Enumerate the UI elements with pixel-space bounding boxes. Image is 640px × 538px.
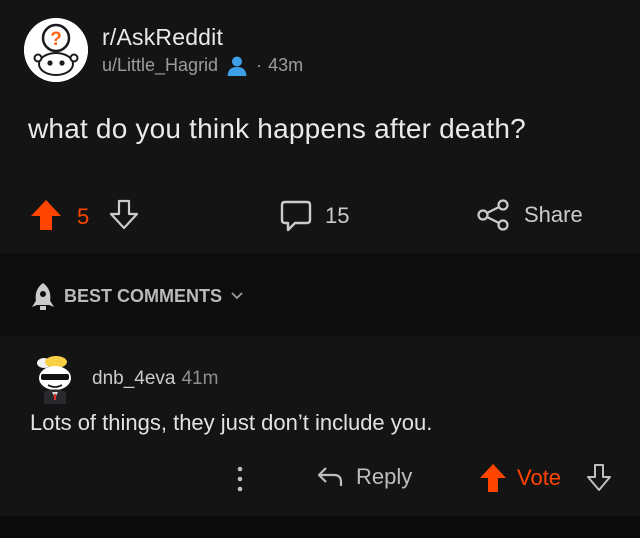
vote-label: Vote: [517, 465, 562, 490]
sort-label: BEST COMMENTS: [64, 285, 223, 306]
share-button[interactable]: Share: [476, 198, 583, 232]
reply-label: Reply: [356, 464, 413, 489]
comment-header: dnb_4eva 41m: [30, 354, 218, 404]
subreddit-name[interactable]: r/AskReddit: [102, 24, 303, 51]
more-options-button[interactable]: [232, 462, 248, 502]
comment-author[interactable]: dnb_4eva: [92, 368, 175, 390]
post-card: ? r/AskReddit u/Little_Hagrid · 43m what…: [0, 0, 640, 253]
commenter-avatar[interactable]: [30, 354, 80, 404]
comment-count: 15: [325, 203, 350, 228]
post-title[interactable]: what do you think happens after death?: [28, 113, 526, 145]
post-info: u/Little_Hagrid · 43m: [102, 55, 303, 77]
comment-action-bar: Reply Vote: [0, 460, 640, 500]
post-action-bar: 5 15 Share: [0, 196, 640, 238]
subreddit-avatar[interactable]: ?: [24, 18, 88, 82]
upvote-button[interactable]: [28, 198, 64, 238]
footer-strip: [0, 516, 640, 538]
upvote-arrow-icon: [480, 464, 506, 492]
post-header: ? r/AskReddit u/Little_Hagrid · 43m: [24, 18, 303, 82]
comment-body: Lots of things, they just don’t include …: [30, 410, 433, 435]
vertical-dots-icon: [237, 466, 243, 492]
post-age: 43m: [268, 55, 304, 75]
comment-downvote-button[interactable]: [585, 462, 613, 500]
share-label: Share: [524, 202, 583, 227]
upvote-arrow-icon: [31, 200, 61, 230]
comment-bubble-icon: [280, 200, 312, 232]
chevron-down-icon: [231, 292, 243, 300]
reply-button[interactable]: Reply: [316, 463, 412, 491]
downvote-arrow-icon: [587, 464, 611, 491]
comment-sort-bar: BEST COMMENTS: [0, 253, 640, 336]
comment-upvote-button[interactable]: [478, 462, 508, 500]
downvote-arrow-icon: [109, 199, 139, 230]
post-author[interactable]: u/Little_Hagrid: [102, 55, 218, 76]
snoo-avatar-icon: [37, 356, 71, 404]
rocket-icon: [32, 283, 54, 310]
svg-text:?: ?: [50, 29, 62, 50]
reply-arrow-icon: [317, 467, 343, 486]
comment-card: dnb_4eva 41m Lots of things, they just d…: [0, 336, 640, 516]
downvote-button[interactable]: [108, 198, 140, 238]
user-icon: [226, 55, 248, 77]
share-icon: [477, 199, 509, 231]
askreddit-logo-icon: ?: [24, 18, 88, 82]
post-meta: r/AskReddit u/Little_Hagrid · 43m: [102, 24, 303, 77]
sort-dropdown[interactable]: BEST COMMENTS: [30, 281, 244, 311]
comments-button[interactable]: 15: [279, 198, 349, 234]
comment-age: 41m: [181, 368, 219, 389]
separator-dot: ·: [256, 55, 263, 75]
post-score: 5: [77, 204, 90, 229]
